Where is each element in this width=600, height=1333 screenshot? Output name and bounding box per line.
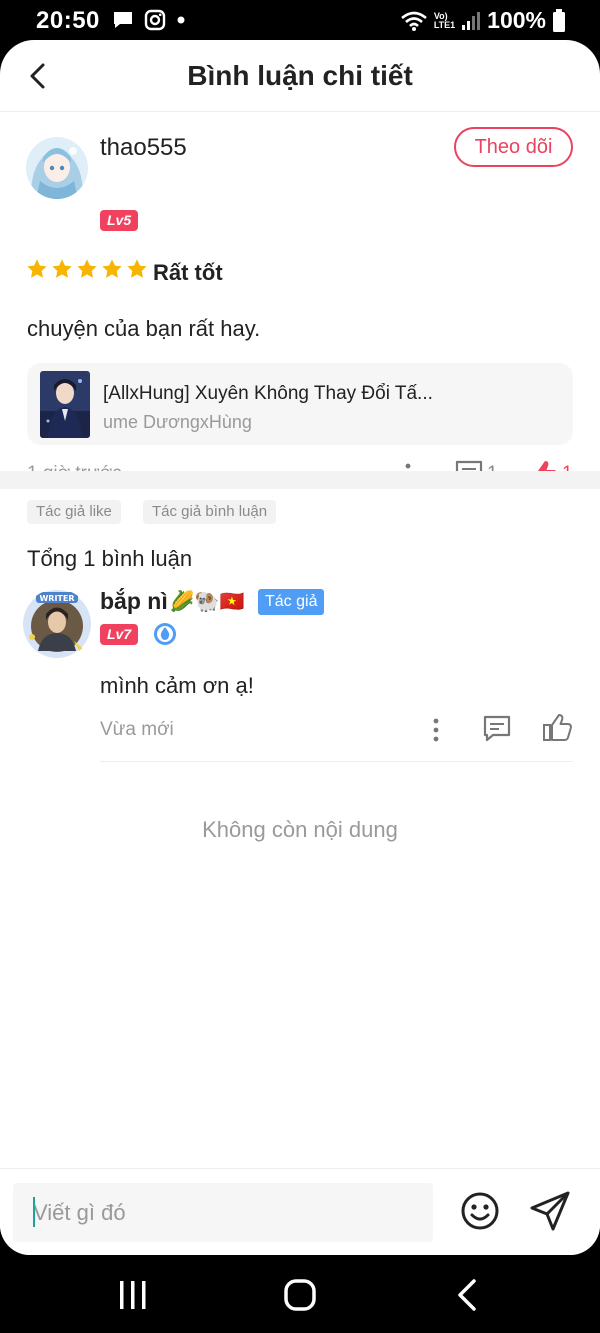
star-icon — [102, 259, 122, 278]
status-bar: 20:50 Vo) LTE1 100% — [0, 0, 600, 40]
follow-button[interactable]: Theo dõi — [454, 127, 573, 167]
notification-icons — [112, 9, 186, 31]
avatar-anime-girl-icon — [26, 137, 88, 199]
network-bottom: LTE1 — [433, 19, 456, 30]
message-notification-icon — [114, 12, 132, 28]
reply-divider — [100, 761, 573, 762]
section-divider — [0, 471, 600, 489]
battery-percent: 100% — [487, 7, 546, 33]
back-nav-icon[interactable] — [448, 1275, 488, 1315]
star-icon — [77, 259, 97, 278]
avatar[interactable] — [26, 137, 88, 199]
send-icon[interactable] — [528, 1189, 572, 1233]
app-surface: Bình luận chi tiết thao555 Lv5 Theo dõi — [0, 40, 600, 1255]
home-icon[interactable] — [280, 1275, 320, 1315]
comment-input[interactable] — [13, 1183, 433, 1242]
emoji-icon[interactable] — [458, 1189, 502, 1233]
reply-username: bắp nì — [100, 588, 168, 614]
story-title: [AllxHung] Xuyên Không Thay Đổi Tấ... — [103, 383, 433, 404]
no-more-content-label: Không còn nội dung — [202, 817, 398, 842]
water-drop-badge-icon — [154, 623, 176, 645]
instagram-icon — [144, 9, 166, 31]
rating-label: Rất tốt — [153, 260, 223, 285]
total-comments-label: Tổng 1 bình luận — [27, 546, 193, 571]
page-title: Bình luận chi tiết — [187, 60, 413, 91]
status-time: 20:50 — [36, 7, 100, 34]
star-icon — [52, 259, 72, 278]
username[interactable]: thao555 — [100, 134, 187, 162]
comment-input-bar — [0, 1168, 600, 1255]
reply-time: Vừa mới — [100, 719, 174, 740]
status-right: Vo) LTE1 100% — [400, 7, 566, 34]
reply-reply-icon[interactable] — [482, 714, 512, 744]
tag-author-commented: Tác giả bình luận — [143, 500, 277, 524]
reply-text: mình cảm ơn ạ! — [100, 673, 254, 698]
svg-text:WRITER: WRITER — [39, 594, 74, 603]
username-emojis: 🌽🐏🇻🇳 — [169, 591, 245, 613]
comment-text: chuyện của bạn rất hay. — [27, 316, 261, 341]
text-caret — [33, 1197, 35, 1227]
avatar-writer-frame-icon: WRITER — [23, 590, 91, 658]
system-nav-bar — [0, 1255, 600, 1333]
story-card[interactable]: [AllxHung] Xuyên Không Thay Đổi Tấ... um… — [27, 363, 573, 445]
author-badge: Tác giả — [258, 589, 325, 615]
network-label: Vo) LTE1 — [433, 11, 456, 30]
story-cover — [40, 371, 90, 438]
header: Bình luận chi tiết — [0, 40, 600, 112]
dot-icon — [177, 16, 185, 24]
story-author: ume DươngxHùng — [103, 412, 252, 432]
signal-icon — [462, 11, 481, 30]
recent-apps-icon[interactable] — [113, 1275, 153, 1315]
tag-author-liked: Tác giả like — [27, 500, 121, 524]
like-outline-icon[interactable] — [542, 712, 572, 742]
rating-stars — [26, 258, 148, 280]
wifi-icon — [400, 11, 427, 31]
reply-level-badge: Lv7 — [100, 624, 139, 645]
reply-avatar[interactable]: WRITER — [22, 589, 92, 659]
star-icon — [27, 259, 47, 278]
story-cover-image — [40, 371, 90, 438]
star-icon — [127, 259, 147, 278]
reply-more-options-icon[interactable] — [431, 717, 441, 743]
battery-icon — [553, 8, 565, 32]
level-badge: Lv5 — [100, 210, 139, 231]
reply-username-row[interactable]: bắp nì 🌽🐏🇻🇳 — [100, 588, 244, 615]
